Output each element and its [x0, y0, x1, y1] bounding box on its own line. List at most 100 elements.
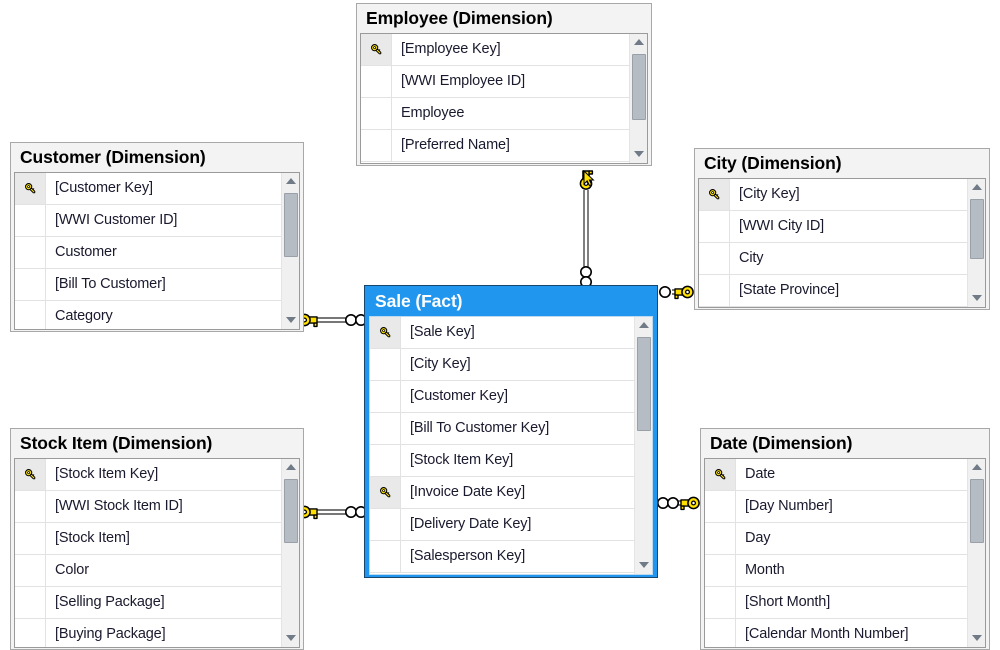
key-gutter-empty: [705, 522, 736, 554]
field-row[interactable]: [Customer Key]: [15, 172, 282, 205]
scroll-down-arrow-icon[interactable]: [635, 557, 652, 574]
field-list-date[interactable]: Date [Day Number] Day Month [Short Month] [Ca…: [704, 457, 986, 648]
field-row[interactable]: [Bill To Customer]: [15, 268, 282, 301]
scrollbar-customer[interactable]: [281, 172, 299, 329]
field-row[interactable]: [Salesperson Key]: [370, 540, 635, 573]
scrollbar-thumb[interactable]: [284, 478, 298, 543]
field-list-stockitem[interactable]: [Stock Item Key] [WWI Stock Item ID] [Stoc…: [14, 457, 300, 648]
scroll-down-arrow-icon[interactable]: [968, 290, 985, 307]
field-row[interactable]: [Buying Package]: [15, 618, 282, 647]
field-list-employee[interactable]: [Employee Key] [WWI Employee ID] Employee […: [360, 32, 648, 164]
field-name: Color: [55, 562, 89, 578]
key-gutter-empty: [699, 210, 730, 242]
entity-box-customer[interactable]: Customer (Dimension) [Customer Key] [WWI C…: [10, 142, 304, 332]
field-row[interactable]: [WWI Stock Item ID]: [15, 490, 282, 523]
field-name: [State Province]: [739, 282, 839, 298]
scroll-up-arrow-icon[interactable]: [968, 179, 985, 196]
field-row[interactable]: Day: [705, 522, 968, 555]
scrollbar-date[interactable]: [967, 458, 985, 647]
scrollbar-city[interactable]: [967, 178, 985, 307]
scrollbar-thumb[interactable]: [637, 336, 651, 431]
scroll-down-arrow-icon[interactable]: [630, 146, 647, 163]
field-row[interactable]: [Stock Item Key]: [15, 458, 282, 491]
field-row[interactable]: [Delivery Date Key]: [370, 508, 635, 541]
scroll-down-arrow-icon[interactable]: [968, 630, 985, 647]
field-row[interactable]: [Sale Key]: [370, 316, 635, 349]
entity-title-employee: Employee (Dimension): [366, 8, 553, 28]
field-row[interactable]: [Invoice Date Key]: [370, 476, 635, 509]
field-row[interactable]: Color: [15, 554, 282, 587]
scroll-up-arrow-icon[interactable]: [968, 459, 985, 476]
scroll-up-arrow-icon[interactable]: [282, 459, 299, 476]
scroll-up-arrow-icon[interactable]: [282, 173, 299, 190]
field-row[interactable]: [Stock Item Key]: [370, 444, 635, 477]
field-row[interactable]: [Bill To Customer Key]: [370, 412, 635, 445]
entity-box-sale[interactable]: Sale (Fact) [Sale Key] [City Key] [Customer…: [364, 285, 658, 578]
field-row[interactable]: [Short Month]: [705, 586, 968, 619]
key-gutter-empty: [15, 554, 46, 586]
key-gutter-empty: [705, 490, 736, 522]
scroll-down-arrow-icon[interactable]: [282, 630, 299, 647]
key-gutter-empty: [699, 242, 730, 274]
scrollbar-stockitem[interactable]: [281, 458, 299, 647]
scrollbar-employee[interactable]: [629, 33, 647, 163]
scrollbar-sale[interactable]: [634, 316, 652, 574]
key-gutter-empty: [15, 204, 46, 236]
key-gutter-empty: [361, 129, 392, 161]
key-gutter-empty: [15, 236, 46, 268]
field-row[interactable]: Employee: [361, 97, 630, 130]
scroll-up-arrow-icon[interactable]: [635, 317, 652, 334]
field-row[interactable]: [WWI City ID]: [699, 210, 968, 243]
relationship-key-icon: [674, 285, 694, 300]
scrollbar-thumb[interactable]: [970, 198, 984, 259]
field-row[interactable]: [Employee Key]: [361, 33, 630, 66]
field-row[interactable]: [State Province]: [699, 274, 968, 307]
field-name: [WWI Employee ID]: [401, 73, 525, 89]
key-gutter-filled: [15, 172, 46, 204]
field-list-city[interactable]: [City Key] [WWI City ID] City [State Provin…: [698, 177, 986, 308]
field-rows-customer: [Customer Key] [WWI Customer ID] Customer […: [15, 172, 282, 329]
field-row[interactable]: [WWI Customer ID]: [15, 204, 282, 237]
key-gutter-empty: [705, 554, 736, 586]
field-row[interactable]: [Day Number]: [705, 490, 968, 523]
key-gutter-empty: [15, 522, 46, 554]
field-row[interactable]: Month: [705, 554, 968, 587]
key-gutter-empty: [370, 508, 401, 540]
field-list-customer[interactable]: [Customer Key] [WWI Customer ID] Customer […: [14, 171, 300, 330]
field-row[interactable]: [City Key]: [699, 178, 968, 211]
entity-title-stockitem: Stock Item (Dimension): [20, 433, 213, 453]
primary-key-icon: [370, 43, 381, 54]
field-list-sale[interactable]: [Sale Key] [City Key] [Customer Key] [Bill …: [369, 315, 653, 575]
entity-box-city[interactable]: City (Dimension) [City Key] [WWI City ID] C…: [694, 148, 990, 310]
field-row[interactable]: [Calendar Month Number]: [705, 618, 968, 647]
field-row[interactable]: [Preferred Name]: [361, 129, 630, 162]
field-row[interactable]: Date: [705, 458, 968, 491]
field-name: City: [739, 250, 764, 266]
field-row[interactable]: [Selling Package]: [15, 586, 282, 619]
entity-box-date[interactable]: Date (Dimension) Date [Day Number] Day Month…: [700, 428, 990, 650]
primary-key-icon: [24, 182, 35, 193]
relationship-stockitem-sale[interactable]: [298, 497, 370, 527]
scrollbar-thumb[interactable]: [284, 192, 298, 257]
entity-title-date: Date (Dimension): [710, 433, 853, 453]
scroll-down-arrow-icon[interactable]: [282, 312, 299, 329]
field-row[interactable]: [City Key]: [370, 348, 635, 381]
field-row[interactable]: Category: [15, 300, 282, 329]
field-row[interactable]: [WWI Employee ID]: [361, 65, 630, 98]
field-row[interactable]: Customer: [15, 236, 282, 269]
field-name: [Calendar Month Number]: [745, 626, 909, 642]
scroll-up-arrow-icon[interactable]: [630, 34, 647, 51]
field-row[interactable]: [Customer Key]: [370, 380, 635, 413]
field-row[interactable]: City: [699, 242, 968, 275]
field-name: Month: [745, 562, 785, 578]
field-name: [Selling Package]: [55, 594, 165, 610]
field-row[interactable]: [Stock Item]: [15, 522, 282, 555]
key-gutter-empty: [15, 490, 46, 522]
relationship-customer-sale[interactable]: [298, 305, 370, 335]
scrollbar-thumb[interactable]: [970, 478, 984, 543]
entity-box-stockitem[interactable]: Stock Item (Dimension) [Stock Item Key] [W…: [10, 428, 304, 650]
field-name: [Buying Package]: [55, 626, 166, 642]
key-gutter-empty: [15, 268, 46, 300]
scrollbar-thumb[interactable]: [632, 53, 646, 120]
entity-box-employee[interactable]: Employee (Dimension) [Employee Key] [WWI E…: [356, 3, 652, 166]
